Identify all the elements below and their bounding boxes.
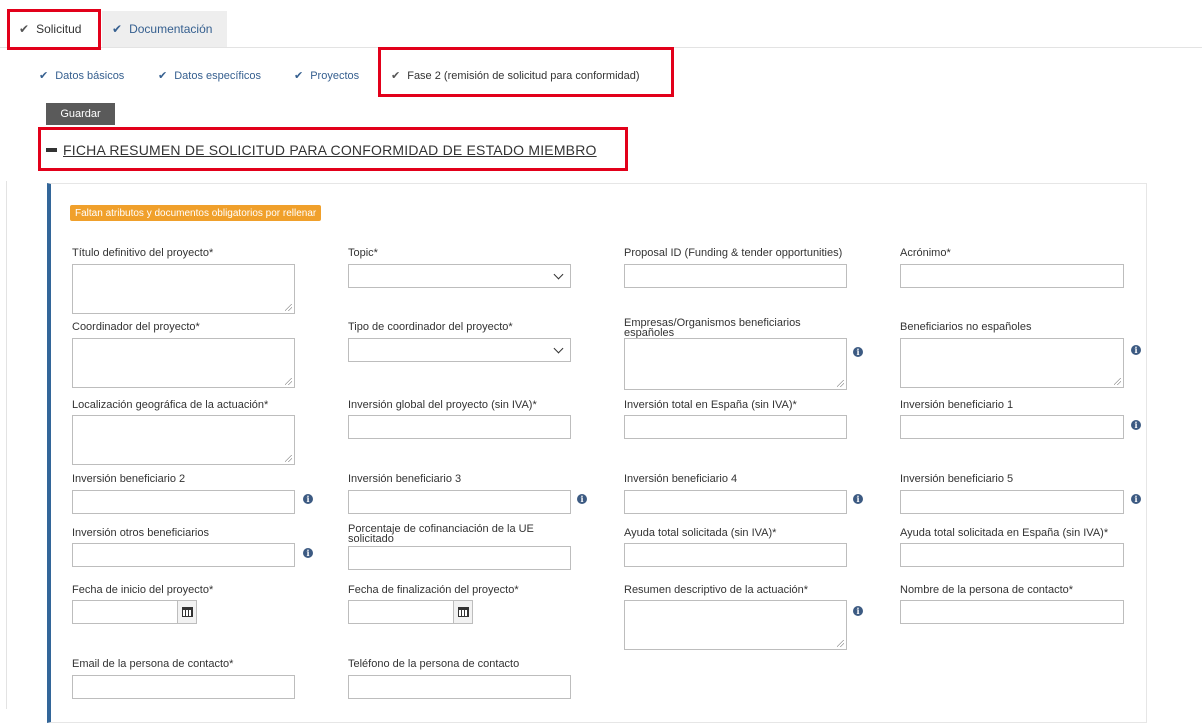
info-icon[interactable]: i — [1131, 420, 1141, 430]
tipo-coordinador-select[interactable] — [348, 338, 571, 362]
field-label: Porcentaje de cofinanciación de la UE so… — [348, 523, 534, 545]
contacto-email-input[interactable] — [72, 675, 295, 699]
field-label: Fecha de finalización del proyecto* — [348, 584, 519, 596]
field-label: Resumen descriptivo de la actuación* — [624, 584, 809, 596]
field-label: Inversión beneficiario 2 — [72, 473, 186, 485]
inversion-global-input[interactable] — [348, 415, 571, 439]
field-label: Título definitivo del proyecto* — [72, 247, 214, 259]
calendar-button[interactable] — [178, 600, 197, 624]
check-icon: ✔ — [112, 22, 123, 36]
step-label: Datos específicos — [174, 69, 262, 82]
tab-documentacion[interactable]: ✔ Documentación — [102, 11, 227, 47]
calendar-icon — [457, 607, 469, 617]
field-label: Proposal ID (Funding & tender opportunit… — [624, 247, 843, 259]
field-label: Topic* — [348, 247, 378, 259]
field-label: Ayuda total solicitada (sin IVA)* — [624, 527, 777, 539]
field-label: Inversión total en España (sin IVA)* — [624, 399, 797, 411]
info-icon[interactable]: i — [577, 494, 587, 504]
field-label: Inversión beneficiario 3 — [348, 473, 462, 485]
chevron-down-icon — [553, 343, 564, 354]
inversion-otros-input[interactable] — [72, 543, 295, 567]
contacto-telefono-input[interactable] — [348, 675, 571, 699]
inversion-b4-input[interactable] — [624, 490, 847, 514]
field-label: Fecha de inicio del proyecto* — [72, 584, 214, 596]
cofinanciacion-input[interactable] — [348, 546, 571, 570]
step-datos-basicos[interactable]: ✔ Datos básicos — [39, 69, 125, 83]
check-icon: ✔ — [391, 70, 401, 82]
field-label: Inversión beneficiario 5 — [900, 473, 1014, 485]
chevron-down-icon — [553, 269, 564, 280]
step-datos-especificos[interactable]: ✔ Datos específicos — [158, 69, 262, 83]
resize-grip-icon — [1114, 378, 1121, 385]
empresas-textarea[interactable] — [624, 338, 847, 390]
topic-select[interactable] — [348, 264, 571, 288]
step-fase-2[interactable]: ✔ Fase 2 (remisión de solicitud para con… — [391, 69, 640, 83]
minus-icon — [46, 148, 57, 152]
ayuda-total-input[interactable] — [624, 543, 847, 567]
info-icon[interactable]: i — [303, 494, 313, 504]
inversion-espana-input[interactable] — [624, 415, 847, 439]
check-icon: ✔ — [158, 70, 168, 82]
check-icon: ✔ — [39, 70, 49, 82]
inversion-b1-input[interactable] — [900, 415, 1124, 439]
inversion-b3-input[interactable] — [348, 490, 571, 514]
field-label: Localización geográfica de la actuación* — [72, 399, 269, 411]
field-label: Inversión otros beneficiarios — [72, 527, 209, 539]
step-proyectos[interactable]: ✔ Proyectos — [294, 69, 360, 83]
check-icon: ✔ — [294, 70, 304, 82]
field-label: Nombre de la persona de contacto* — [900, 584, 1074, 596]
field-label: Teléfono de la persona de contacto — [348, 658, 520, 670]
fecha-fin-input[interactable] — [348, 600, 454, 624]
tab-label: Documentación — [129, 22, 213, 36]
field-label: Ayuda total solicitada en España (sin IV… — [900, 527, 1109, 539]
resize-grip-icon — [837, 380, 844, 387]
proposal-input[interactable] — [624, 264, 847, 288]
resize-grip-icon — [285, 378, 292, 385]
info-icon[interactable]: i — [1131, 494, 1141, 504]
titulo-textarea[interactable] — [72, 264, 295, 314]
info-icon[interactable]: i — [853, 347, 863, 357]
inversion-b2-input[interactable] — [72, 490, 295, 514]
contacto-nombre-input[interactable] — [900, 600, 1124, 624]
coordinador-textarea[interactable] — [72, 338, 295, 388]
ayuda-espana-input[interactable] — [900, 543, 1124, 567]
field-label: Inversión global del proyecto (sin IVA)* — [348, 399, 537, 411]
fecha-inicio-input[interactable] — [72, 600, 178, 624]
field-label: Empresas/Organismos beneficiarios españo… — [624, 317, 801, 339]
resize-grip-icon — [285, 304, 292, 311]
resumen-textarea[interactable] — [624, 600, 847, 650]
field-label: Inversión beneficiario 4 — [624, 473, 738, 485]
section-title[interactable]: FICHA RESUMEN DE SOLICITUD PARA CONFORMI… — [46, 142, 597, 158]
left-rule — [6, 181, 7, 709]
field-label: Acrónimo* — [900, 247, 951, 259]
resize-grip-icon — [285, 455, 292, 462]
save-button[interactable]: Guardar — [46, 103, 115, 125]
info-icon[interactable]: i — [1131, 345, 1141, 355]
tab-solicitud[interactable]: ✔ Solicitud — [8, 11, 100, 47]
check-icon: ✔ — [19, 22, 30, 36]
info-icon[interactable]: i — [303, 548, 313, 558]
field-label: Tipo de coordinador del proyecto* — [348, 321, 513, 333]
tab-label: Solicitud — [36, 22, 82, 36]
localizacion-textarea[interactable] — [72, 415, 295, 465]
step-label: Proyectos — [310, 69, 360, 82]
step-label: Datos básicos — [55, 69, 125, 82]
section-title-text: FICHA RESUMEN DE SOLICITUD PARA CONFORMI… — [63, 142, 597, 158]
info-icon[interactable]: i — [853, 494, 863, 504]
warning-badge: Faltan atributos y documentos obligatori… — [70, 205, 322, 221]
step-label: Fase 2 (remisión de solicitud para confo… — [407, 69, 640, 82]
field-label: Inversión beneficiario 1 — [900, 399, 1014, 411]
inversion-b5-input[interactable] — [900, 490, 1124, 514]
resize-grip-icon — [837, 640, 844, 647]
info-icon[interactable]: i — [853, 606, 863, 616]
field-label: Coordinador del proyecto* — [72, 321, 200, 333]
calendar-button[interactable] — [454, 600, 473, 624]
no-espanoles-textarea[interactable] — [900, 338, 1124, 388]
field-label: Beneficiarios no españoles — [900, 321, 1032, 333]
calendar-icon — [181, 607, 193, 617]
acronimo-input[interactable] — [900, 264, 1124, 288]
field-label: Email de la persona de contacto* — [72, 658, 234, 670]
